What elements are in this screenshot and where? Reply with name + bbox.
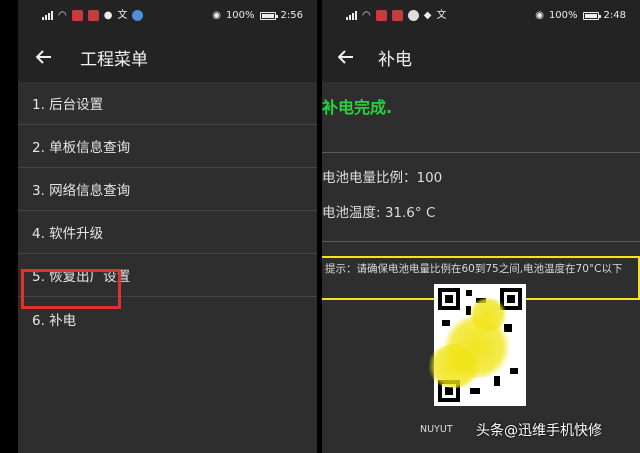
battery-icon	[259, 11, 278, 20]
divider	[322, 152, 640, 153]
menu-item-network-info[interactable]: 3. 网络信息查询	[18, 168, 317, 211]
wifi-icon: ◠	[58, 10, 67, 21]
red-highlight-box	[21, 269, 121, 309]
eye-icon: ◉	[535, 10, 544, 21]
battery-percent: 100%	[548, 10, 578, 21]
page-title: 补电	[378, 49, 412, 70]
text-icon: 文	[117, 10, 128, 21]
browser-icon	[132, 10, 144, 21]
chat-icon	[407, 10, 419, 21]
wifi-icon: ◠	[362, 10, 371, 21]
qr-module	[510, 368, 518, 374]
qr-module	[442, 320, 450, 326]
app-bar: 工程菜单	[18, 32, 317, 82]
yellow-scribble	[468, 298, 508, 332]
charge-complete-text: 补电完成.	[322, 98, 393, 117]
signal-icon	[42, 11, 53, 20]
signal-icon	[346, 11, 357, 20]
watermark: 头条@迅维手机快修	[476, 423, 602, 439]
app-notification-icon	[87, 10, 99, 21]
app-notification-icon	[375, 10, 387, 21]
app-notification-icon	[71, 10, 83, 21]
qr-code	[426, 284, 526, 406]
tip-text: 提示：请确保电池电量比例在60到75之间,电池温度在70°C以下	[325, 263, 623, 275]
caption-text: NUYUT	[420, 424, 453, 435]
screen-gap-left	[0, 0, 18, 453]
back-arrow-icon[interactable]	[322, 50, 370, 64]
battery-icon	[582, 11, 601, 20]
qr-module	[494, 376, 500, 386]
eye-icon: ◉	[212, 10, 221, 21]
clock: 2:56	[280, 10, 303, 21]
text-icon: 文	[436, 10, 447, 21]
chat-icon: ●	[103, 10, 113, 21]
location-icon: ◆	[423, 10, 432, 21]
menu-item-software-upgrade[interactable]: 4. 软件升级	[18, 211, 317, 254]
divider	[322, 241, 640, 242]
app-notification-icon	[391, 10, 403, 21]
battery-charge-screen: ◠ ◆ 文 ◉ 100% 2:48 补电 补电完成. 电池电量比例：100 电池…	[322, 0, 640, 453]
battery-temperature-text: 电池温度: 31.6° C	[322, 205, 436, 221]
battery-ratio-text: 电池电量比例：100	[322, 170, 443, 186]
qr-module	[470, 388, 480, 394]
battery-percent: 100%	[225, 10, 255, 21]
app-bar: 补电	[322, 32, 640, 82]
qr-module	[466, 290, 472, 296]
page-title: 工程菜单	[80, 49, 148, 70]
clock: 2:48	[603, 10, 626, 21]
engineering-menu-screen: ◠ ● 文 ◉ 100% 2:56 工程菜单 1. 后台设置 2. 单板信息查询…	[18, 0, 317, 453]
status-bar: ◠ ◆ 文 ◉ 100% 2:48	[322, 0, 640, 32]
yellow-scribble	[426, 344, 482, 388]
menu-item-background-settings[interactable]: 1. 后台设置	[18, 82, 317, 125]
qr-finder	[438, 288, 460, 310]
back-arrow-icon[interactable]	[20, 50, 68, 64]
menu-item-board-info[interactable]: 2. 单板信息查询	[18, 125, 317, 168]
status-bar: ◠ ● 文 ◉ 100% 2:56	[18, 0, 317, 32]
